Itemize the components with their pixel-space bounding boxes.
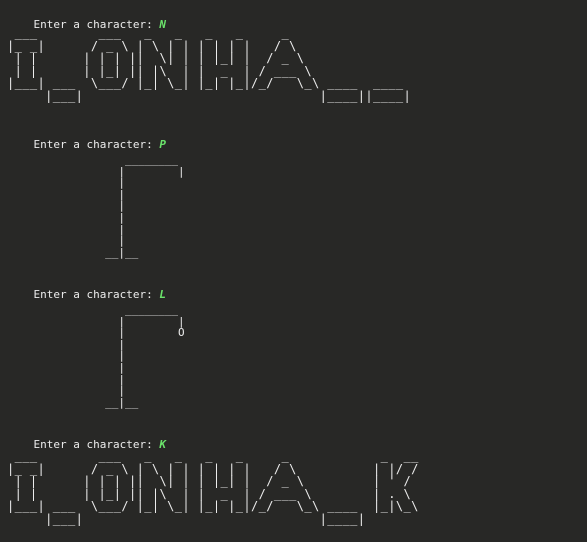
prompt-label: Enter a character: bbox=[33, 138, 160, 151]
terminal-window[interactable]: Enter a character: N ___ ___ _ _ _ _ _ |… bbox=[0, 0, 587, 542]
prompt-label: Enter a character: bbox=[33, 288, 160, 301]
hangman-gallows: ________ | | | | | | | | __|__ bbox=[105, 153, 185, 259]
hangman-gallows: ________ | | | O | | | | | __|__ bbox=[105, 303, 185, 409]
prompt-input-value: L bbox=[159, 288, 166, 301]
word-banner: ___ ___ _ _ _ _ _ |_ _| / _ \ | \ | | | … bbox=[7, 26, 412, 103]
word-banner: ___ ___ _ _ _ _ _ _ __ |_ _| / _ \ | \ |… bbox=[7, 449, 419, 526]
prompt-input-value: P bbox=[159, 138, 166, 151]
